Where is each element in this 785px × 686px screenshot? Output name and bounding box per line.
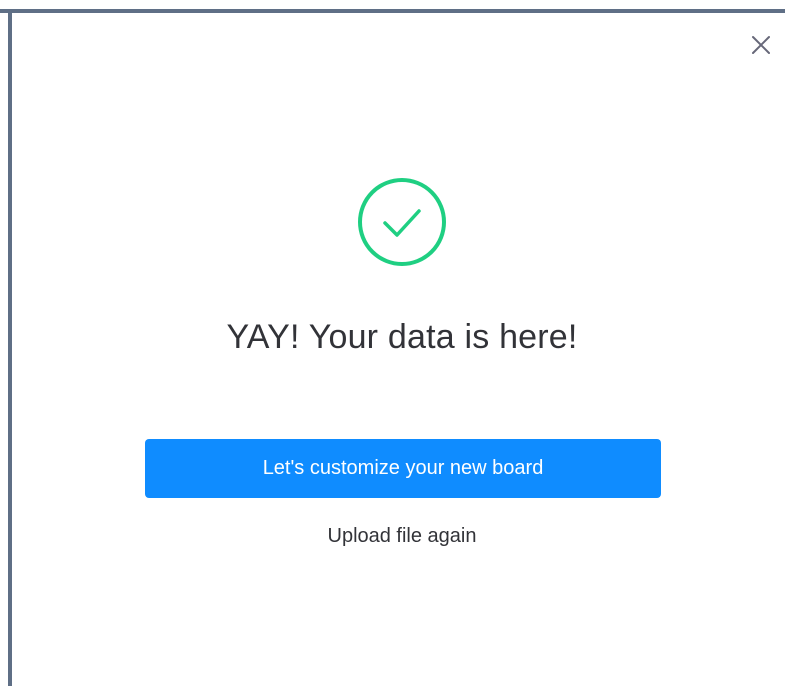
upload-file-again-link[interactable]: Upload file again xyxy=(12,521,785,551)
close-icon xyxy=(752,36,770,54)
window-frame: YAY! Your data is here! Let's customize … xyxy=(0,0,785,686)
close-button[interactable] xyxy=(749,33,773,57)
import-success-dialog: YAY! Your data is here! Let's customize … xyxy=(12,13,785,686)
success-headline: YAY! Your data is here! xyxy=(226,318,578,356)
customize-board-button[interactable]: Let's customize your new board xyxy=(145,439,661,498)
check-circle-icon xyxy=(358,178,446,266)
